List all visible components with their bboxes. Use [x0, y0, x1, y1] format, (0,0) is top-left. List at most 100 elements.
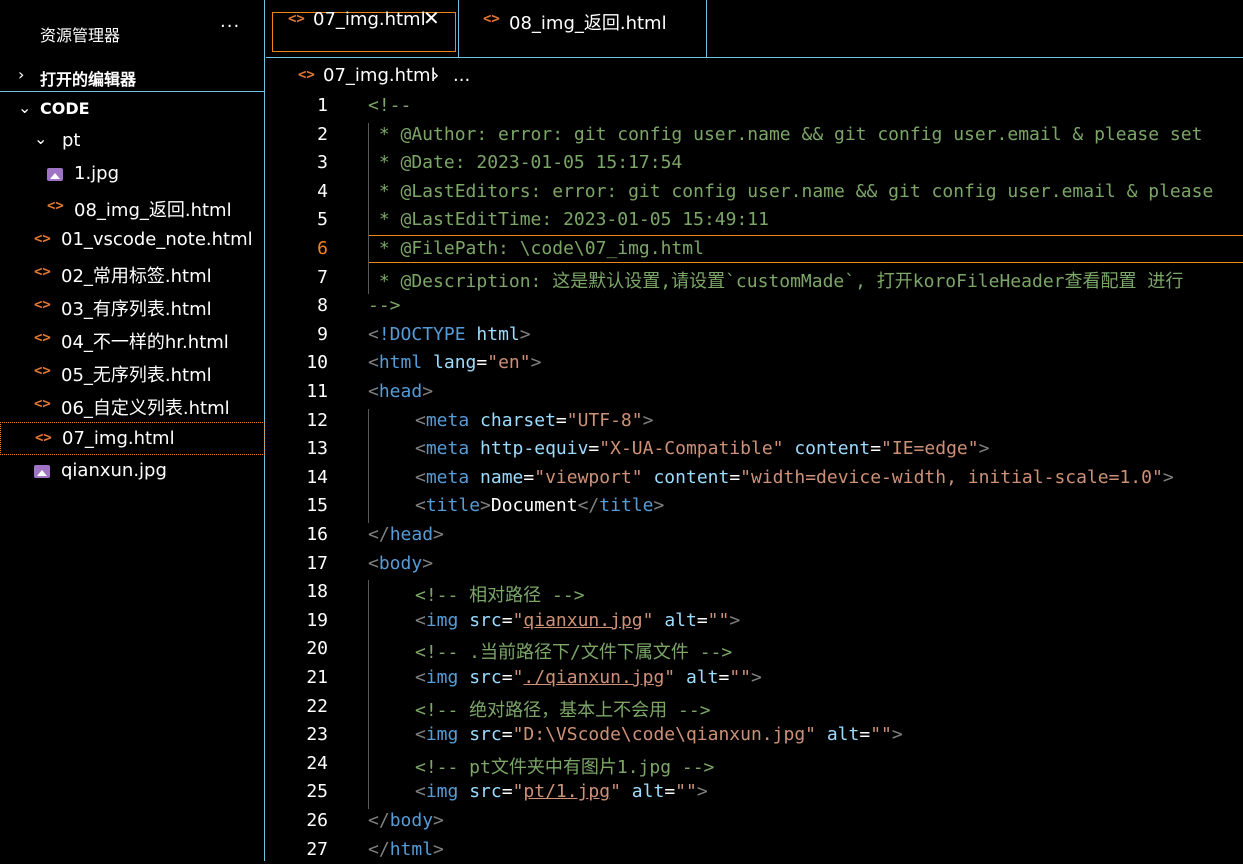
- tab-label: 08_img_返回.html: [509, 13, 667, 34]
- tree-item-label: 03_有序列表.html: [61, 299, 212, 320]
- tree-item[interactable]: <> 04_不一样的hr.html: [0, 323, 265, 356]
- code-token: </: [577, 495, 600, 517]
- code-token: "UTF-8": [566, 409, 643, 431]
- code-line[interactable]: 7 * @Description: 这是默认设置,请设置`customMade`…: [266, 264, 1243, 292]
- tree-item-label: 01_vscode_note.html: [61, 229, 253, 250]
- code-token: >: [433, 838, 444, 860]
- code-token: ": [610, 781, 621, 803]
- html-file-icon: <>: [47, 198, 64, 214]
- code-line[interactable]: 20 <!-- .当前路径下/文件下属文件 -->: [266, 635, 1243, 663]
- tree-item[interactable]: <> 01_vscode_note.html: [0, 224, 265, 257]
- code-token: * @LastEditTime: 2023-01-05 15:49:11: [368, 209, 769, 231]
- explorer-title: 资源管理器: [40, 26, 121, 45]
- tree-item-label: 05_无序列表.html: [61, 365, 212, 386]
- code-line[interactable]: 18 <!-- 相对路径 -->: [266, 578, 1243, 606]
- code-text: <meta name="viewport" content="width=dev…: [415, 467, 1174, 488]
- code-line[interactable]: 17 <body>: [266, 550, 1243, 578]
- code-line[interactable]: 13 <meta http-equiv="X-UA-Compatible" con…: [266, 435, 1243, 463]
- code-line[interactable]: 5 * @LastEditTime: 2023-01-05 15:49:11: [266, 206, 1243, 234]
- code-line[interactable]: 19 <img src="qianxun.jpg" alt="">: [266, 607, 1243, 635]
- code-token: "D:\VScode\code\qianxun.jpg": [512, 724, 816, 746]
- code-token: <!-- .当前路径下/文件下属文件 -->: [415, 642, 733, 664]
- breadcrumb-file[interactable]: 07_img.html: [323, 65, 436, 86]
- code-text: * @Author: error: git config user.name &…: [368, 124, 1203, 145]
- code-text: -->: [368, 295, 401, 316]
- code-line[interactable]: 2 * @Author: error: git config user.name…: [266, 121, 1243, 149]
- code-token: alt: [664, 609, 697, 631]
- code-token: >: [530, 352, 542, 374]
- code-line[interactable]: 3 * @Date: 2023-01-05 15:17:54: [266, 149, 1243, 177]
- breadcrumb-symbols[interactable]: ...: [453, 65, 470, 86]
- code-token: >: [751, 667, 762, 688]
- code-text: <!-- 绝对路径，基本上不会用 -->: [415, 696, 711, 722]
- code-token: img: [425, 724, 459, 746]
- code-line[interactable]: 22 <!-- 绝对路径，基本上不会用 -->: [266, 693, 1243, 721]
- code-token: ": [642, 609, 654, 631]
- code-text: <img src="pt/1.jpg" alt="">: [415, 781, 708, 802]
- code-token: >: [729, 609, 741, 631]
- code-line[interactable]: 12 <meta charset="UTF-8">: [266, 407, 1243, 435]
- code-token: body: [378, 552, 423, 574]
- tree-item-label: 04_不一样的hr.html: [61, 332, 229, 353]
- code-token: >: [642, 409, 654, 431]
- code-line[interactable]: 16 </head>: [266, 521, 1243, 549]
- more-actions-icon[interactable]: ···: [220, 16, 240, 37]
- close-icon[interactable]: ✕: [423, 6, 440, 30]
- open-editors-section[interactable]: › 打开的编辑器: [0, 60, 265, 92]
- code-line[interactable]: 6 * @FilePath: \code\07_img.html: [266, 235, 1243, 263]
- tree-item[interactable]: <> 05_无序列表.html: [0, 356, 265, 389]
- code-text: <body>: [368, 553, 433, 574]
- code-line[interactable]: 11 <head>: [266, 378, 1243, 406]
- code-line[interactable]: 25 <img src="pt/1.jpg" alt="">: [266, 778, 1243, 806]
- code-token: lang: [433, 352, 477, 374]
- code-line[interactable]: 10 <html lang="en">: [266, 349, 1243, 377]
- code-token: <: [415, 667, 426, 688]
- code-token: src: [469, 609, 502, 631]
- code-editor[interactable]: 1 <!-- 2 * @Author: error: git config user…: [266, 92, 1243, 861]
- line-number: 27: [306, 838, 328, 860]
- code-line[interactable]: 23 <img src="D:\VScode\code\qianxun.jpg" …: [266, 721, 1243, 749]
- code-token: =: [588, 438, 600, 460]
- code-token: "en": [487, 352, 531, 374]
- tree-item[interactable]: <> 02_常用标签.html: [0, 257, 265, 290]
- tree-item-label: 02_常用标签.html: [61, 266, 212, 287]
- code-line[interactable]: 8 -->: [266, 292, 1243, 320]
- tree-item[interactable]: <> 08_img_返回.html: [0, 191, 265, 224]
- code-token: <: [415, 438, 426, 460]
- tab-08-img-return[interactable]: <> 08_img_返回.html: [459, 0, 707, 58]
- code-line[interactable]: 24 <!-- pt文件夹中有图片1.jpg -->: [266, 750, 1243, 778]
- code-token: =: [696, 609, 708, 631]
- line-number: 26: [306, 810, 328, 831]
- code-line[interactable]: 14 <meta name="viewport" content="width=d…: [266, 464, 1243, 492]
- code-token: >: [433, 524, 444, 545]
- code-line[interactable]: 1 <!--: [266, 92, 1243, 120]
- line-number: 9: [317, 323, 328, 345]
- code-text: <html lang="en">: [368, 352, 541, 373]
- chevron-right-icon: ›: [18, 65, 25, 84]
- code-line[interactable]: 26 </body>: [266, 807, 1243, 835]
- tree-item[interactable]: qianxun.jpg: [0, 455, 265, 488]
- tree-item[interactable]: ⌄ pt: [0, 125, 265, 158]
- line-number: 8: [317, 295, 328, 317]
- tree-item[interactable]: 1.jpg: [0, 158, 265, 191]
- tree-item[interactable]: <> 06_自定义列表.html: [0, 389, 265, 422]
- code-token: >: [422, 381, 434, 402]
- line-number: 10: [306, 352, 328, 374]
- code-token: title: [599, 495, 654, 517]
- tree-item[interactable]: <> 03_有序列表.html: [0, 290, 265, 323]
- tab-07-img[interactable]: <> 07_img.html ✕: [266, 0, 459, 58]
- code-token: * @Description: 这是默认设置,请设置`customMade`, …: [368, 270, 1184, 292]
- tree-item-label: qianxun.jpg: [61, 460, 167, 481]
- image-file-icon: [47, 168, 63, 181]
- code-line[interactable]: 15 <title>Document</title>: [266, 492, 1243, 520]
- code-line[interactable]: 9 <!DOCTYPE html>: [266, 321, 1243, 349]
- tree-item[interactable]: <> 07_img.html: [0, 422, 265, 455]
- code-line[interactable]: 21 <img src="./qianxun.jpg" alt="">: [266, 664, 1243, 692]
- workspace-section[interactable]: ⌄ CODE: [0, 93, 265, 125]
- code-line[interactable]: 4 * @LastEditors: error: git config user…: [266, 178, 1243, 206]
- code-token: name: [480, 466, 524, 488]
- code-token: -->: [368, 295, 401, 317]
- code-line[interactable]: 27 </html>: [266, 836, 1243, 864]
